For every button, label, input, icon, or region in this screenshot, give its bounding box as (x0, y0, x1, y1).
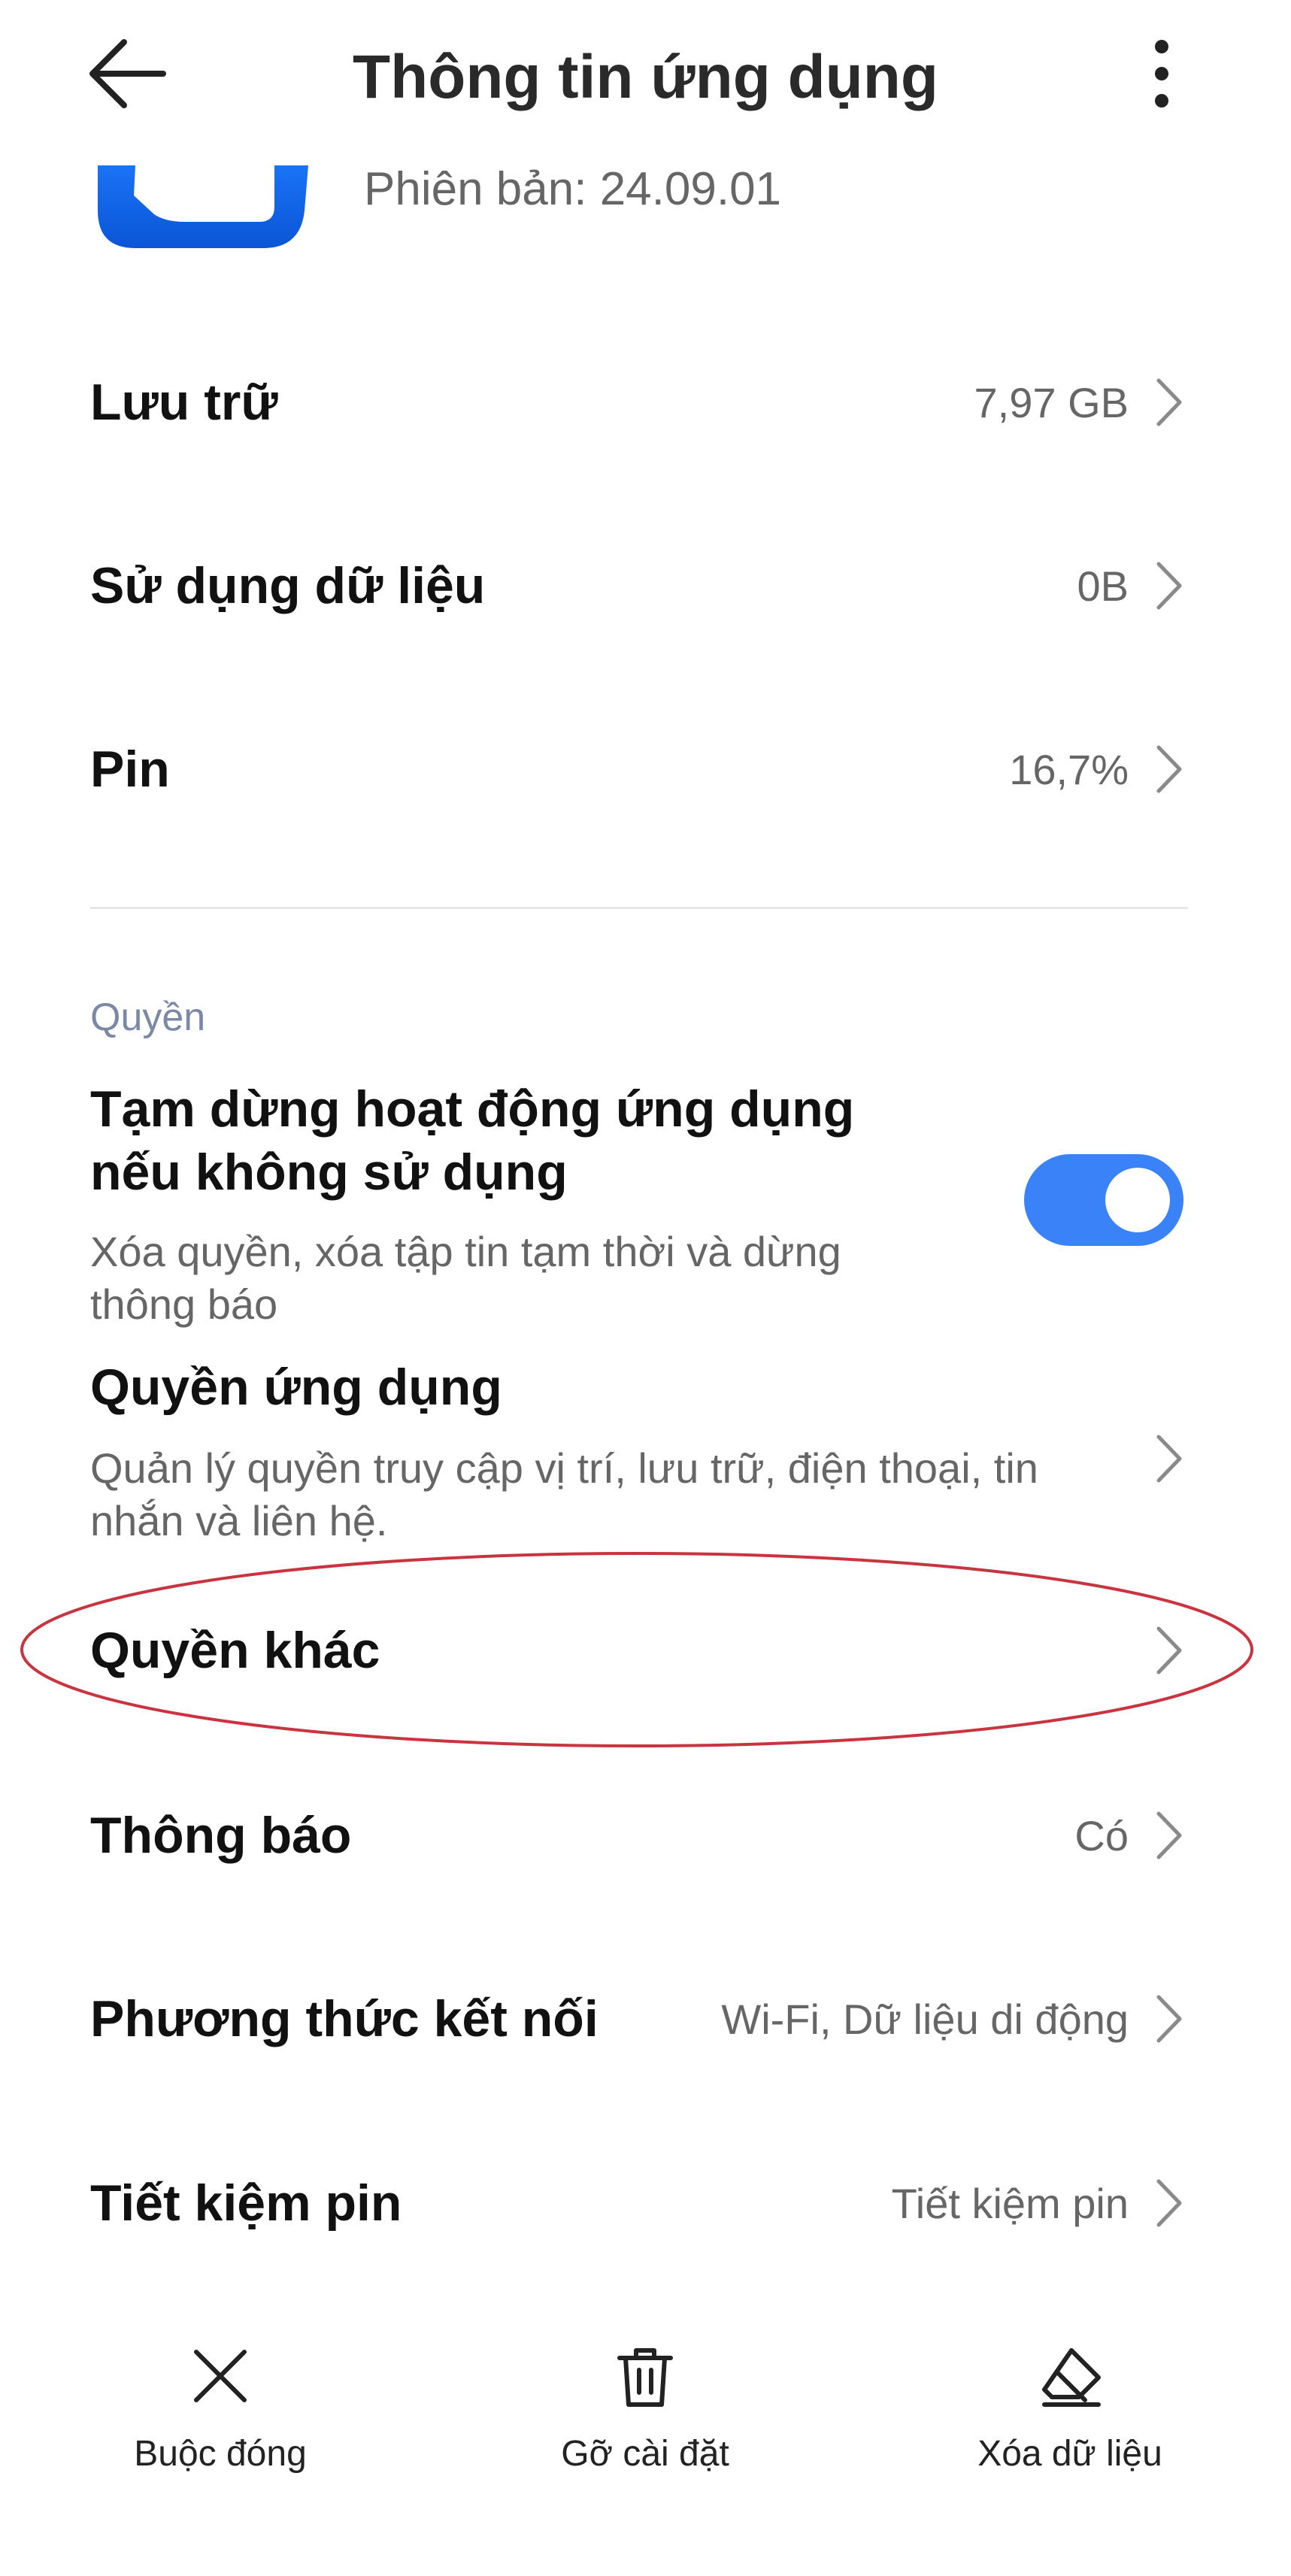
battery-row[interactable]: Pin 16,7% (0, 713, 1291, 826)
permissions-section-label: Quyền (90, 996, 206, 1039)
storage-title: Lưu trữ (90, 374, 278, 431)
page-title: Thông tin ứng dụng (353, 43, 938, 111)
toggle-knob (1105, 1168, 1170, 1232)
notifications-row[interactable]: Thông báo Có (0, 1779, 1291, 1892)
close-icon (194, 2350, 247, 2402)
battery-saver-title: Tiết kiệm pin (90, 2174, 402, 2232)
clear-data-button[interactable]: Xóa dữ liệu (935, 2338, 1205, 2519)
clear-data-label: Xóa dữ liệu (977, 2434, 1162, 2474)
force-stop-button[interactable]: Buộc đóng (85, 2338, 356, 2519)
trash-icon (617, 2348, 673, 2407)
battery-saver-value: Tiết kiệm pin (891, 2180, 1129, 2227)
chevron-right-icon (1156, 562, 1182, 610)
storage-value: 7,97 GB (974, 379, 1129, 426)
other-permissions-title: Quyền khác (90, 1622, 380, 1679)
notifications-value: Có (1074, 1812, 1129, 1859)
chevron-right-icon (1156, 1626, 1182, 1674)
app-permissions-row[interactable]: Quyền ứng dụng Quản lý quyền truy cập vị… (0, 1353, 1291, 1544)
eraser-icon (1042, 2348, 1101, 2407)
pause-app-title-line1: Tạm dừng hoạt động ứng dụng (90, 1080, 855, 1138)
connection-method-title: Phương thức kết nối (90, 1990, 599, 2047)
chevron-right-icon (1156, 1995, 1182, 2043)
uninstall-button[interactable]: Gỡ cài đặt (510, 2338, 780, 2519)
force-stop-label: Buộc đóng (134, 2434, 307, 2474)
uninstall-label: Gỡ cài đặt (561, 2434, 729, 2474)
battery-value: 16,7% (1009, 746, 1129, 793)
chevron-right-icon (1156, 745, 1182, 793)
notifications-title: Thông báo (90, 1807, 352, 1864)
pause-app-toggle[interactable] (1024, 1154, 1183, 1246)
other-permissions-row[interactable]: Quyền khác (0, 1594, 1291, 1707)
section-divider (90, 907, 1188, 909)
app-permissions-desc-line2: nhắn và liên hệ. (90, 1497, 388, 1544)
pause-app-desc-line2: thông báo (90, 1280, 278, 1328)
chevron-right-icon (1156, 2179, 1182, 2227)
more-vertical-icon (1155, 40, 1168, 108)
app-version: Phiên bản: 24.09.01 (364, 163, 782, 215)
data-usage-value: 0B (1077, 562, 1129, 610)
chevron-right-icon (1156, 378, 1182, 426)
app-logo-icon (90, 120, 316, 271)
data-usage-row[interactable]: Sử dụng dữ liệu 0B (0, 529, 1291, 642)
storage-row[interactable]: Lưu trữ 7,97 GB (0, 346, 1291, 459)
pause-app-title-line2: nếu không sử dụng (90, 1144, 568, 1201)
pause-app-desc-line1: Xóa quyền, xóa tập tin tạm thời và dừng (90, 1228, 841, 1275)
app-permissions-title: Quyền ứng dụng (90, 1359, 502, 1416)
connection-method-row[interactable]: Phương thức kết nối Wi-Fi, Dữ liệu di độ… (0, 1962, 1291, 2075)
chevron-right-icon (1156, 1811, 1182, 1859)
chevron-right-icon (1156, 1435, 1182, 1483)
more-options-button[interactable] (1128, 30, 1188, 120)
connection-method-value: Wi-Fi, Dữ liệu di động (721, 1996, 1129, 2043)
data-usage-title: Sử dụng dữ liệu (90, 557, 486, 614)
battery-saver-row[interactable]: Tiết kiệm pin Tiết kiệm pin (0, 2147, 1291, 2259)
app-permissions-desc-line1: Quản lý quyền truy cập vị trí, lưu trữ, … (90, 1444, 1038, 1492)
battery-title: Pin (90, 741, 170, 798)
